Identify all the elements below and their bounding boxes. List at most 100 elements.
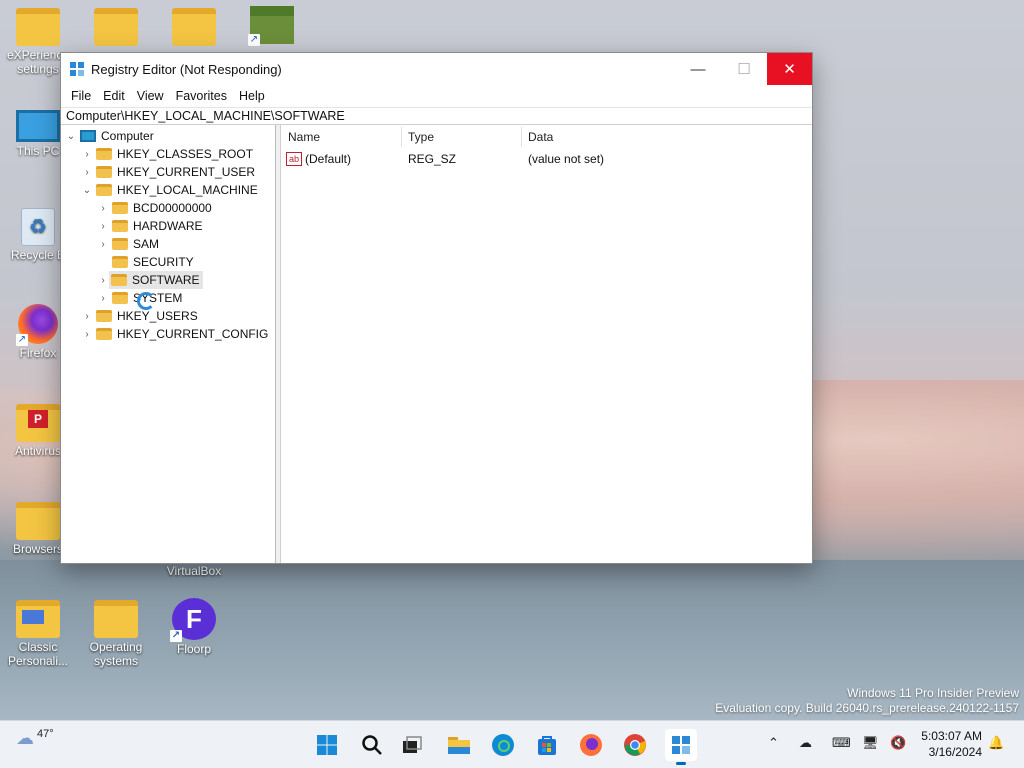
- desktop-icon-label: Operating: [89, 640, 143, 654]
- regedit-taskbar-button[interactable]: [665, 729, 697, 765]
- chevron-right-icon[interactable]: ›: [97, 275, 109, 286]
- chevron-right-icon[interactable]: ›: [81, 311, 93, 322]
- desktop-icon-classic-personalize[interactable]: Classic Personali...: [2, 600, 74, 668]
- edge-button[interactable]: [487, 729, 519, 761]
- registry-editor-window[interactable]: Registry Editor (Not Responding) — ☐ ✕ F…: [60, 52, 813, 564]
- keyboard-tray[interactable]: ⌨: [832, 735, 851, 751]
- tree-node-computer[interactable]: ⌄ Computer: [65, 127, 154, 145]
- task-view-button[interactable]: [396, 729, 428, 761]
- notifications-button[interactable]: 🔔: [988, 735, 1004, 751]
- tree-node-label: HKEY_CURRENT_CONFIG: [117, 327, 269, 341]
- chevron-right-icon[interactable]: ›: [97, 239, 109, 250]
- tree-node-label: SECURITY: [133, 255, 194, 269]
- clock[interactable]: 5:03:07 AM 3/16/2024: [921, 728, 982, 760]
- menu-help[interactable]: Help: [233, 89, 271, 103]
- chevron-right-icon[interactable]: ›: [81, 329, 93, 340]
- address-bar[interactable]: Computer\HKEY_LOCAL_MACHINE\SOFTWARE: [61, 107, 812, 125]
- close-button[interactable]: ✕: [767, 53, 812, 85]
- value-row[interactable]: ab (Default): [286, 150, 351, 168]
- tree-node-label: SOFTWARE: [132, 273, 200, 287]
- desktop-icon-label: Floorp: [176, 642, 211, 656]
- minimize-icon: —: [690, 60, 706, 78]
- bell-icon: 🔔: [988, 735, 1005, 750]
- folder-open-icon: [96, 184, 112, 196]
- tree-node-software[interactable]: › SOFTWARE: [97, 271, 203, 289]
- tree-node-label: HKEY_USERS: [117, 309, 198, 323]
- column-header-type[interactable]: Type: [408, 125, 434, 149]
- tree-node-sam[interactable]: › SAM: [97, 235, 159, 253]
- chrome-button[interactable]: [619, 729, 651, 761]
- watermark-line: Evaluation copy. Build 26040.rs_prerelea…: [715, 701, 1019, 715]
- value-list[interactable]: Name Type Data ab (Default) REG_SZ (valu…: [281, 125, 812, 563]
- computer-icon: [80, 130, 96, 142]
- tree-node-bcd[interactable]: › BCD00000000: [97, 199, 211, 217]
- folder-icon: [112, 238, 128, 250]
- tree-node-label: Computer: [101, 129, 154, 143]
- folder-icon: [112, 256, 128, 268]
- folder-icon: [94, 600, 138, 638]
- tree-node-hardware[interactable]: › HARDWARE: [97, 217, 203, 235]
- minimize-button[interactable]: —: [675, 53, 721, 85]
- chevron-right-icon[interactable]: ›: [81, 149, 93, 160]
- close-icon: ✕: [783, 61, 796, 78]
- weather-widget[interactable]: ☁ 47°: [16, 728, 54, 749]
- tree-node-security[interactable]: SECURITY: [97, 253, 194, 271]
- tree-node-label: HKEY_LOCAL_MACHINE: [117, 183, 258, 197]
- network-tray[interactable]: 🖥: [862, 735, 879, 751]
- cloud-icon: ☁: [16, 728, 34, 748]
- column-header-name[interactable]: Name: [288, 125, 320, 149]
- chevron-down-icon[interactable]: ⌄: [65, 131, 77, 142]
- start-button[interactable]: [311, 729, 343, 761]
- panes: ⌄ Computer › HKEY_CLASSES_ROOT › HKEY_CU…: [61, 125, 812, 563]
- show-hidden-icons-button[interactable]: ⌃: [768, 735, 779, 751]
- title-bar[interactable]: Registry Editor (Not Responding) — ☐ ✕: [61, 53, 812, 85]
- volume-tray[interactable]: 🔇: [890, 735, 906, 751]
- desktop-icon-virtualbox[interactable]: VirtualBox: [158, 564, 230, 578]
- edge-icon: [492, 734, 514, 756]
- value-name: (Default): [305, 152, 352, 166]
- store-button[interactable]: [531, 729, 563, 761]
- file-explorer-button[interactable]: [443, 729, 475, 761]
- firefox-taskbar-button[interactable]: [575, 729, 607, 761]
- menu-favorites[interactable]: Favorites: [170, 89, 233, 103]
- chevron-right-icon[interactable]: ›: [97, 221, 109, 232]
- column-divider[interactable]: [521, 127, 522, 147]
- tree-node-hkcr[interactable]: › HKEY_CLASSES_ROOT: [81, 145, 253, 163]
- tree-node-hkcc[interactable]: › HKEY_CURRENT_CONFIG: [81, 325, 268, 343]
- watermark-line: Windows 11 Pro Insider Preview: [847, 686, 1019, 700]
- chevron-down-icon[interactable]: ⌄: [81, 185, 93, 196]
- desktop-icon-floorp[interactable]: F ↗ Floorp: [158, 598, 230, 656]
- desktop-icon-folder-3[interactable]: [158, 8, 230, 48]
- folder-icon: [172, 8, 216, 46]
- evaluation-watermark: Windows 11 Pro Insider Preview Evaluatio…: [715, 686, 1019, 716]
- desktop-icon-minecraft[interactable]: ↗: [236, 6, 308, 46]
- key-tree[interactable]: ⌄ Computer › HKEY_CLASSES_ROOT › HKEY_CU…: [61, 125, 276, 563]
- chevron-up-icon: ⌃: [768, 735, 779, 750]
- menu-file[interactable]: File: [65, 89, 97, 103]
- tree-node-label: SAM: [133, 237, 160, 251]
- maximize-button[interactable]: ☐: [721, 53, 767, 85]
- chevron-right-icon[interactable]: ›: [81, 167, 93, 178]
- recycle-bin-icon: ♻: [21, 208, 55, 246]
- column-header-data[interactable]: Data: [528, 125, 553, 149]
- tree-node-selected[interactable]: SOFTWARE: [109, 271, 203, 289]
- search-button[interactable]: [356, 729, 388, 761]
- desktop-icon-label: VirtualBox: [166, 564, 222, 578]
- desktop-icon-folder-2[interactable]: [80, 8, 152, 48]
- chrome-icon: [624, 734, 646, 756]
- tree-node-hklm[interactable]: ⌄ HKEY_LOCAL_MACHINE: [81, 181, 258, 199]
- tree-node-label: HARDWARE: [133, 219, 203, 233]
- folder-icon: [96, 148, 112, 160]
- menu-edit[interactable]: Edit: [97, 89, 131, 103]
- string-value-icon: ab: [286, 152, 302, 166]
- chevron-right-icon[interactable]: ›: [97, 203, 109, 214]
- menu-view[interactable]: View: [131, 89, 170, 103]
- desktop-icon-operating-systems[interactable]: Operating systems: [80, 600, 152, 668]
- folder-icon: [112, 220, 128, 232]
- tree-node-hku[interactable]: › HKEY_USERS: [81, 307, 198, 325]
- tree-node-hkcu[interactable]: › HKEY_CURRENT_USER: [81, 163, 255, 181]
- menu-bar: File Edit View Favorites Help: [61, 85, 812, 107]
- column-divider[interactable]: [401, 127, 402, 147]
- chevron-right-icon[interactable]: ›: [97, 293, 109, 304]
- onedrive-tray[interactable]: ☁: [799, 735, 812, 751]
